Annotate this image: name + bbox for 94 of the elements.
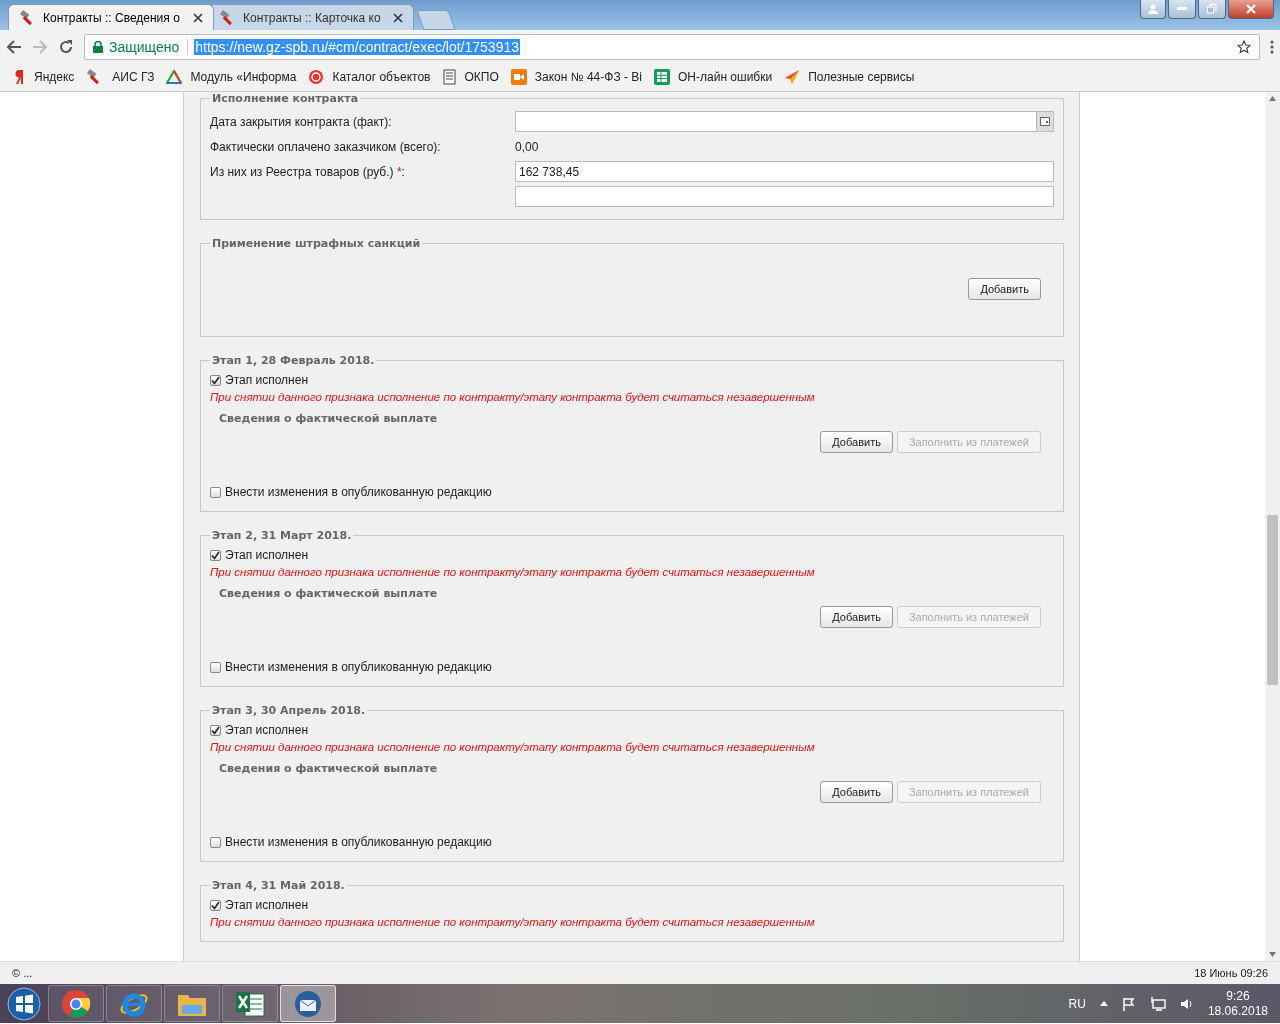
browser-tab[interactable]: Контракты :: Сведения о [8,4,214,30]
add-button[interactable]: Добавить [820,781,893,803]
section-title: Исполнение контракта [211,92,360,105]
restore-button[interactable] [1198,0,1226,19]
date-field[interactable] [515,111,1054,132]
close-icon[interactable] [393,12,403,23]
checkbox[interactable] [210,836,221,848]
menu-icon[interactable] [1270,39,1274,54]
warning-text: При снятии данного признака исполнение по контракту/этапу контракта будет считаться незавершенным [210,565,816,580]
field-value: 0,00 [515,139,540,154]
y-letter-icon [14,69,26,85]
taskbar-button[interactable] [48,985,104,1022]
bookmark[interactable]: Закон № 44-ФЗ - Ві [504,69,648,85]
clock-date[interactable]: 18.06.2018 [1207,1003,1268,1019]
video-camera-icon [510,69,527,85]
minimize-icon [1177,7,1187,11]
section-title: Применение штрафных санкций [211,237,422,250]
triangle-icon [166,70,183,84]
add-button[interactable]: Добавить [968,278,1041,300]
reload-icon[interactable] [58,38,74,55]
url-text: https://new.gz-spb.ru/#cm/contract/exec/lot/1753913 [194,38,520,55]
checkbox[interactable] [210,549,221,561]
speaker-icon[interactable] [1179,996,1194,1011]
flag-icon[interactable] [1121,996,1136,1011]
scrollbar[interactable] [1265,92,1280,961]
calendar-icon[interactable] [1040,117,1050,126]
field-label: Дата закрытия контракта (факт): [210,114,393,129]
language-indicator[interactable]: RU [1068,996,1086,1011]
checkbox-label: Внести изменения в опубликованную редакцию [225,835,492,849]
seal-icon [308,69,325,85]
bookmark[interactable]: Яндекс [8,69,81,85]
subsection-title: Сведения о фактической выплате [219,762,439,775]
status-date: 18 Июнь 09:26 [1194,967,1268,979]
bookmark[interactable]: АИС ГЗ [80,69,161,85]
checkbox[interactable] [210,374,221,386]
security-label: Защищено [109,38,189,55]
subsection-title: Сведения о фактической выплате [219,587,439,600]
add-button[interactable]: Добавить [820,606,893,628]
checkbox-label: Внести изменения в опубликованную редакцию [225,485,492,499]
checkbox-label: Этап исполнен [225,548,309,562]
back-icon[interactable] [6,38,22,55]
stage-title: Этап 3, 30 Апрель 2018. [211,704,367,717]
taskbar-button[interactable] [222,985,278,1022]
warning-text: При снятии данного признака исполнение по контракту/этапу контракта будет считаться незавершенным [210,740,816,755]
user-icon [1148,4,1158,14]
close-icon [1246,4,1256,14]
checkbox[interactable] [210,661,221,673]
scrollbar-thumb[interactable] [1267,515,1278,685]
checkbox-label: Этап исполнен [225,373,309,387]
spreadsheet-icon [235,989,265,1018]
checkbox[interactable] [210,486,221,498]
chrome-logo-icon [61,988,91,1019]
warning-text: При снятии данного признака исполнение по контракту/этапу контракта будет считаться незавершенным [210,915,816,930]
address-bar[interactable]: Защищено https://new.gz-spb.ru/#cm/contract/exec/lot/1753913 [84,33,1260,60]
input-field[interactable] [515,186,1054,207]
arrow-icon [784,69,801,85]
star-icon[interactable] [1237,39,1251,54]
subsection-title: Сведения о фактической выплате [219,412,439,425]
scroll-up-icon[interactable] [1269,96,1276,101]
bookmark[interactable]: Полезные сервисы [778,69,921,85]
bookmark[interactable]: Модуль «Информа [160,70,303,84]
stage-title: Этап 1, 28 Февраль 2018. [211,354,376,367]
taskbar-button[interactable] [106,985,162,1022]
checkbox[interactable] [210,724,221,736]
stage-title: Этап 4, 31 Май 2018. [211,879,346,892]
document-icon [442,69,457,85]
user-button[interactable] [1140,0,1166,19]
spreadsheet-icon [654,69,670,85]
lock-icon [93,40,103,53]
field-label: Из них из Реестра товаров (руб.) *: [210,164,406,179]
scroll-down-icon[interactable] [1269,952,1276,957]
close-button[interactable] [1228,0,1274,19]
taskbar-button[interactable] [280,985,336,1022]
input-field[interactable]: 162 738,45 [515,161,1054,182]
clock-time[interactable]: 9:26 [1226,988,1250,1004]
field-label: Фактически оплачено заказчиком (всего): [210,139,442,154]
checkbox-label: Этап исполнен [225,723,309,737]
status-text: © ... [12,967,33,979]
stage-title: Этап 2, 31 Март 2018. [211,529,353,542]
caret-icon[interactable] [1099,1001,1108,1006]
bookmark[interactable]: ОН-лайн ошибки [648,69,779,85]
taskbar-button[interactable] [164,985,220,1022]
checkbox[interactable] [210,899,221,911]
checkbox-label: Этап исполнен [225,898,309,912]
bookmark[interactable]: ОКПО [436,69,505,85]
envelope-globe-icon [293,988,323,1019]
close-icon[interactable] [193,12,203,23]
add-button[interactable]: Добавить [820,431,893,453]
minimize-button[interactable] [1168,0,1196,19]
restore-icon [1207,4,1217,14]
warning-text: При снятии данного признака исполнение по контракту/этапу контракта будет считаться незавершенным [210,390,816,405]
checkbox-label: Внести изменения в опубликованную редакцию [225,660,492,674]
bookmark[interactable]: Каталог объектов [302,69,437,85]
network-icon[interactable] [1149,996,1166,1011]
